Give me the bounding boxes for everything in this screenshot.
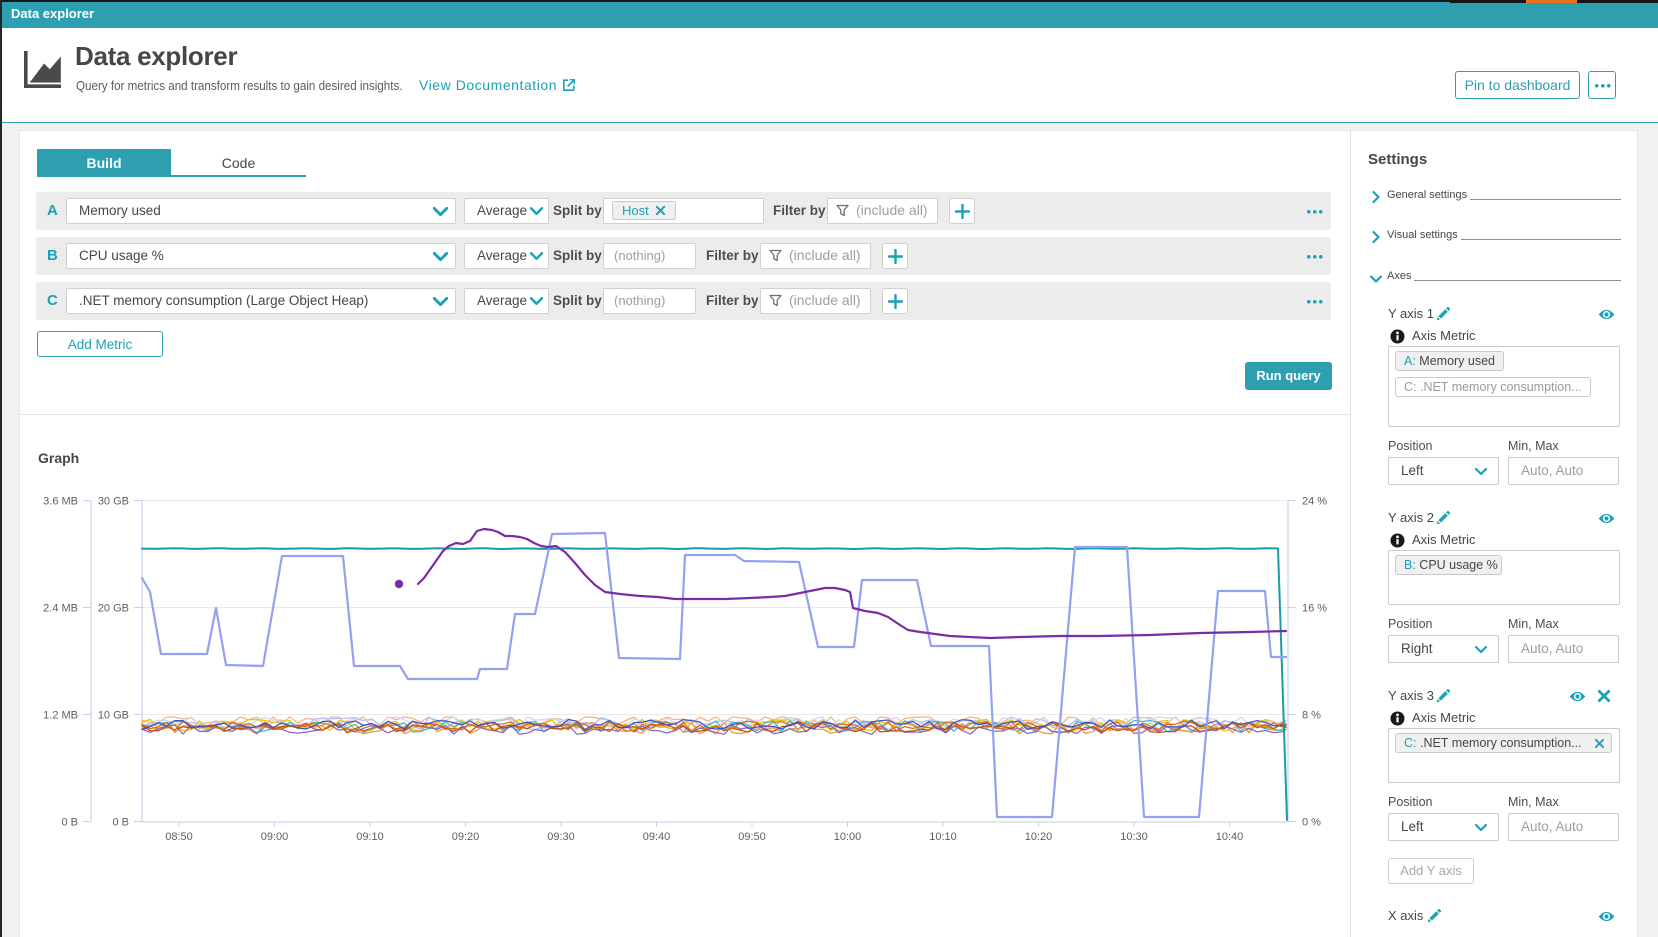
svg-text:24 %: 24 %	[1302, 496, 1327, 508]
svg-text:10:40: 10:40	[1216, 831, 1244, 843]
svg-text:0 B: 0 B	[61, 817, 78, 829]
svg-text:09:00: 09:00	[261, 831, 289, 843]
svg-text:30 GB: 30 GB	[98, 496, 129, 508]
svg-text:09:30: 09:30	[547, 831, 575, 843]
svg-text:0 %: 0 %	[1302, 817, 1321, 829]
svg-text:1.2 MB: 1.2 MB	[43, 710, 78, 722]
svg-text:10:30: 10:30	[1120, 831, 1148, 843]
svg-text:20 GB: 20 GB	[98, 603, 129, 615]
svg-text:2.4 MB: 2.4 MB	[43, 603, 78, 615]
svg-text:09:10: 09:10	[356, 831, 384, 843]
svg-text:10 GB: 10 GB	[98, 710, 129, 722]
svg-text:08:50: 08:50	[165, 831, 193, 843]
svg-text:10:20: 10:20	[1025, 831, 1053, 843]
svg-text:10:00: 10:00	[834, 831, 862, 843]
svg-text:16 %: 16 %	[1302, 603, 1327, 615]
svg-text:3.6 MB: 3.6 MB	[43, 496, 78, 508]
svg-text:0 B: 0 B	[112, 817, 129, 829]
svg-text:09:20: 09:20	[452, 831, 480, 843]
svg-text:8 %: 8 %	[1302, 710, 1321, 722]
svg-text:10:10: 10:10	[929, 831, 957, 843]
svg-text:09:40: 09:40	[643, 831, 671, 843]
svg-text:09:50: 09:50	[738, 831, 766, 843]
